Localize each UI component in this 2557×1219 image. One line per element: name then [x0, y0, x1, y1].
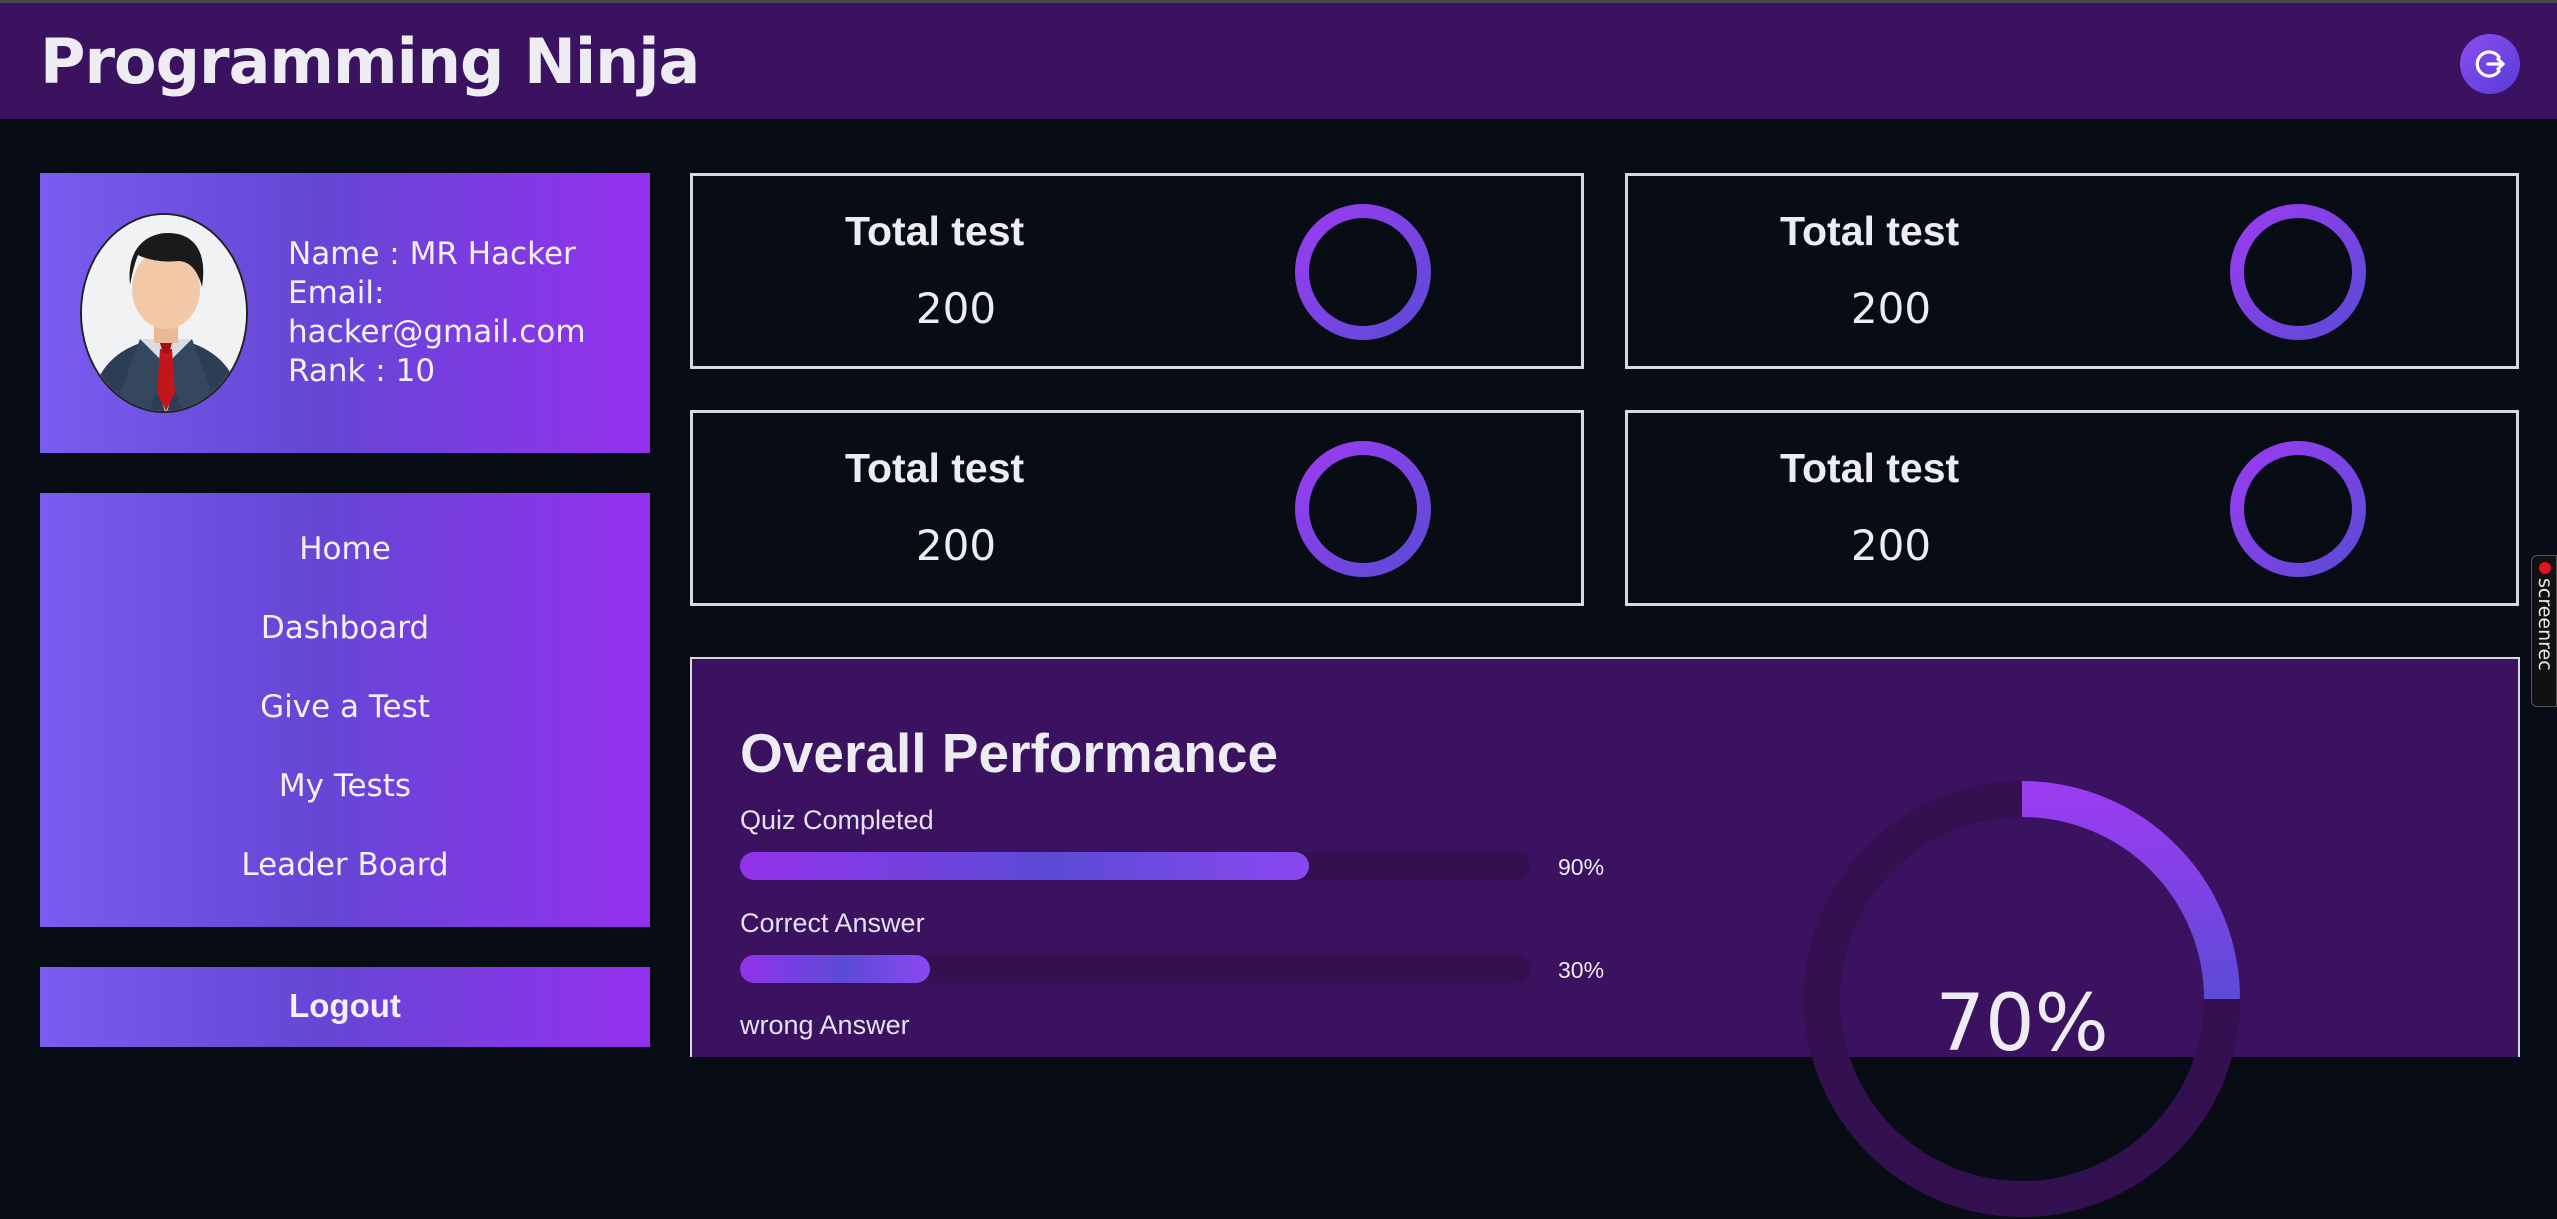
stat-label: Total test	[845, 445, 1025, 491]
stat-value: 200	[1850, 521, 1932, 570]
stat-card: Total test 200	[690, 173, 1584, 369]
performance-title: Overall Performance	[740, 722, 1279, 784]
nav-item-dashboard[interactable]: Dashboard	[40, 610, 650, 646]
nav-item-my-tests[interactable]: My Tests	[40, 768, 650, 804]
progress-fill-quiz-completed	[740, 852, 1309, 880]
profile-name: Name : MR Hacker	[288, 236, 576, 272]
overall-progress-arc	[2021, 781, 2240, 1000]
stat-value: 200	[915, 284, 997, 333]
metric-label-wrong-answer: wrong Answer	[740, 1010, 910, 1040]
stat-value: 200	[915, 521, 997, 570]
metric-label-correct-answer: Correct Answer	[740, 908, 925, 938]
performance-panel: Overall Performance Quiz Completed 90% C…	[690, 657, 2520, 1217]
screenrec-widget[interactable]: screenrec	[2531, 555, 2557, 707]
stat-ring-icon	[1295, 204, 1431, 340]
logout-button[interactable]: Logout	[40, 967, 650, 1047]
avatar	[80, 213, 248, 413]
stat-ring-icon	[2230, 441, 2366, 577]
sidebar-nav: Home Dashboard Give a Test My Tests Lead…	[40, 493, 650, 927]
progress-track-correct-answer	[740, 955, 1530, 983]
stat-ring-icon	[1295, 441, 1431, 577]
stat-card: Total test 200	[690, 410, 1584, 606]
logout-icon-button[interactable]	[2460, 34, 2520, 94]
overall-percent: 70%	[1935, 979, 2109, 1069]
nav-item-home[interactable]: Home	[40, 531, 650, 567]
progress-track-quiz-completed	[740, 852, 1530, 880]
businessman-avatar-icon	[82, 215, 246, 411]
screenrec-label: screenrec	[2534, 578, 2556, 671]
stat-card: Total test 200	[1625, 410, 2519, 606]
stat-label: Total test	[1780, 208, 1960, 254]
record-dot-icon	[2539, 562, 2551, 574]
stat-label: Total test	[1780, 445, 1960, 491]
profile-card: Name : MR Hacker Email: hacker@gmail.com…	[40, 173, 650, 453]
nav-item-leader-board[interactable]: Leader Board	[40, 847, 650, 883]
profile-email: hacker@gmail.com	[288, 314, 586, 350]
stat-card: Total test 200	[1625, 173, 2519, 369]
logout-arrow-icon	[2475, 50, 2505, 78]
app-title: Programming Ninja	[40, 25, 700, 98]
nav-item-give-a-test[interactable]: Give a Test	[40, 689, 650, 725]
stat-ring-icon	[2230, 204, 2366, 340]
stat-label: Total test	[845, 208, 1025, 254]
app-header: Programming Ninja	[0, 3, 2557, 119]
metric-percent-correct-answer: 30%	[1558, 957, 1605, 983]
metric-percent-quiz-completed: 90%	[1558, 854, 1605, 880]
stat-value: 200	[1850, 284, 1932, 333]
profile-info: Name : MR Hacker Email: hacker@gmail.com…	[288, 235, 628, 391]
profile-rank: Rank : 10	[288, 353, 436, 389]
progress-fill-correct-answer	[740, 955, 930, 983]
profile-email-label: Email:	[288, 275, 385, 311]
metric-label-quiz-completed: Quiz Completed	[740, 805, 934, 835]
